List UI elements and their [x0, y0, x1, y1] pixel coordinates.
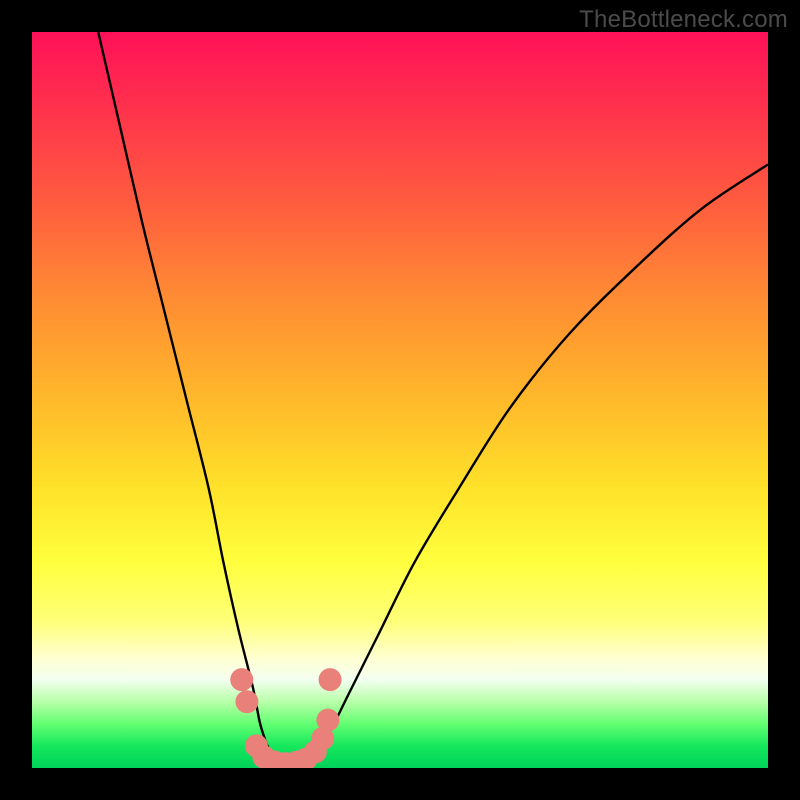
chart-frame: TheBottleneck.com	[0, 0, 800, 800]
right-curve	[312, 164, 768, 760]
marker-dot	[316, 709, 339, 732]
highlighted-points	[230, 668, 341, 768]
right-curve-path	[312, 164, 768, 760]
watermark-text: TheBottleneck.com	[579, 6, 788, 34]
marker-dot	[319, 668, 342, 691]
chart-svg	[32, 32, 768, 768]
marker-dot	[235, 690, 258, 713]
plot-area	[32, 32, 768, 768]
left-curve-path	[98, 32, 275, 761]
marker-dot	[230, 668, 253, 691]
left-curve	[98, 32, 275, 761]
